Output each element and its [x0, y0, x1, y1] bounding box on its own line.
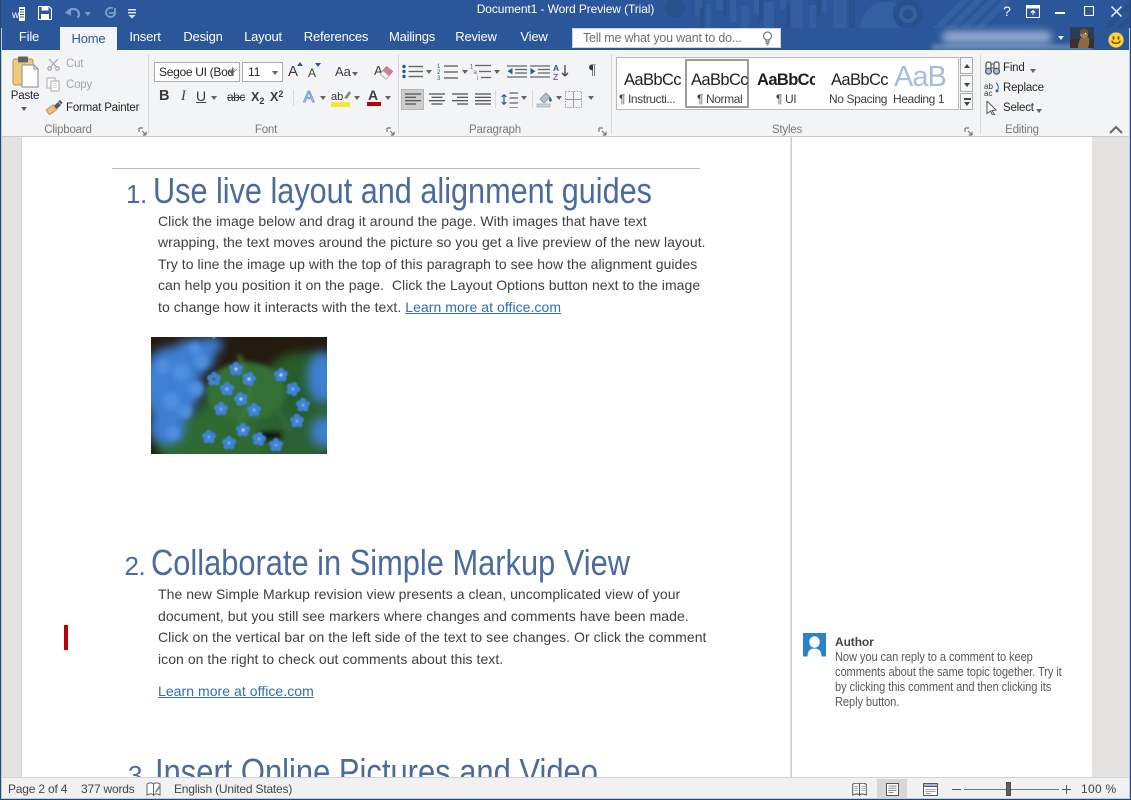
svg-text:Z: Z — [553, 72, 558, 80]
svg-text:A: A — [374, 63, 383, 78]
svg-text:i: i — [477, 76, 478, 80]
svg-text:ac: ac — [984, 89, 992, 96]
svg-text:ab: ab — [331, 91, 343, 103]
svg-text:3: 3 — [437, 76, 441, 80]
svg-text:A: A — [304, 89, 315, 105]
